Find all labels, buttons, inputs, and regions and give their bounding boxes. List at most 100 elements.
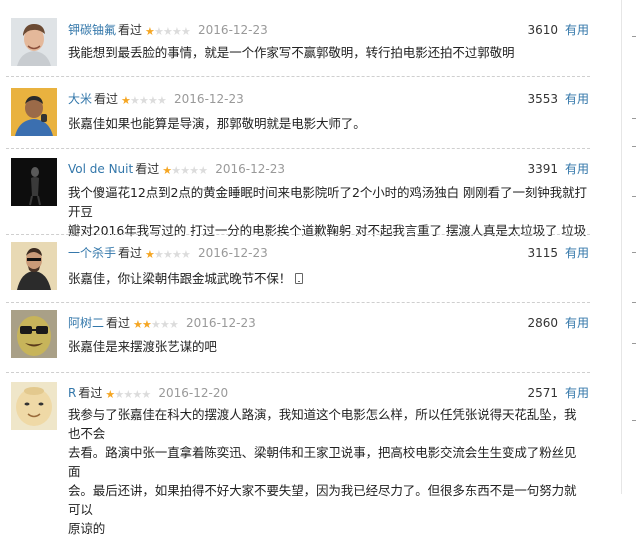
- star-icon: ★: [181, 248, 191, 261]
- review-divider: [6, 148, 590, 149]
- useful-count: 3610: [527, 23, 558, 37]
- review-divider: [6, 372, 590, 373]
- star-icon: ★: [151, 318, 161, 331]
- review-meta: 大米 看过 ★★★★★ 2016-12-23: [68, 90, 244, 108]
- useful-count: 3553: [527, 92, 558, 106]
- star-icon: ★: [130, 94, 140, 107]
- star-icon: ★: [163, 25, 173, 38]
- star-icon: ★: [133, 318, 143, 331]
- star-icon: ★: [181, 25, 191, 38]
- rating-stars: ★★★★★: [145, 245, 191, 263]
- star-icon: ★: [172, 25, 182, 38]
- avatar-image: [11, 158, 57, 206]
- star-icon: ★: [154, 248, 164, 261]
- review-text-content: 张嘉佳，你让梁朝伟跟金城武晚节不保！: [68, 271, 292, 286]
- review-date: 2016-12-20: [158, 386, 229, 400]
- review-text-line: 我个傻逼花12点到2点的黄金睡眠时间来电影院听了2个小时的鸡汤独白 刚刚看了一刻…: [68, 185, 587, 219]
- rating-stars: ★★★★★: [162, 161, 209, 179]
- watched-label: 看过: [135, 162, 160, 176]
- useful-button[interactable]: 有用: [565, 244, 589, 262]
- username-link[interactable]: R: [68, 386, 76, 400]
- username-link[interactable]: 大米: [68, 92, 92, 106]
- avatar-image: [11, 242, 57, 290]
- username-link[interactable]: Vol de Nuit: [68, 162, 133, 176]
- useful-count: 3115: [527, 246, 558, 260]
- user-avatar[interactable]: [11, 18, 57, 66]
- star-icon: ★: [139, 94, 149, 107]
- star-icon: ★: [132, 388, 143, 401]
- review-date: 2016-12-23: [186, 316, 256, 330]
- review-text-line: 会。最后还讲，如果拍得不好大家不要失望，因为我已经尽力了。但很多东西不是一句努力…: [68, 483, 577, 517]
- avatar-image: [11, 88, 57, 136]
- star-icon: ★: [145, 248, 155, 261]
- star-icon: ★: [160, 318, 170, 331]
- useful-count: 2571: [527, 386, 558, 400]
- review-divider: [6, 302, 590, 303]
- review-divider: [6, 234, 590, 235]
- rating-stars: ★★★★★: [145, 22, 191, 40]
- star-icon: ★: [198, 164, 209, 177]
- page-right-border: [621, 0, 622, 494]
- star-icon: ★: [105, 388, 116, 401]
- useful-button[interactable]: 有用: [565, 90, 589, 108]
- review-text-line: 我参与了张嘉佳在科大的摆渡人路演，我知道这个电影怎么样，所以任凭张说得天花乱坠，…: [68, 407, 577, 441]
- star-icon: ★: [163, 248, 173, 261]
- review-divider: [6, 76, 590, 77]
- review-meta: 一个杀手 看过 ★★★★★ 2016-12-23: [68, 244, 268, 262]
- star-icon: ★: [180, 164, 191, 177]
- star-icon: ★: [154, 25, 164, 38]
- review-meta: Vol de Nuit 看过 ★★★★★ 2016-12-23: [68, 160, 285, 178]
- review-meta: 阿树二 看过 ★★★★★ 2016-12-23: [68, 314, 256, 332]
- useful-count: 3391: [527, 162, 558, 176]
- avatar-image: [11, 18, 57, 66]
- review-date: 2016-12-23: [174, 92, 244, 106]
- review-text-line: 原谅的: [68, 521, 106, 536]
- watched-label: 看过: [118, 246, 143, 260]
- star-icon: ★: [162, 164, 173, 177]
- star-icon: ★: [145, 25, 155, 38]
- star-icon: ★: [172, 248, 182, 261]
- watched-label: 看过: [106, 316, 131, 330]
- rating-stars: ★★★★★: [121, 91, 167, 109]
- avatar-image: [11, 382, 57, 430]
- useful-button[interactable]: 有用: [565, 21, 589, 39]
- star-icon: ★: [148, 94, 158, 107]
- review-text: 我参与了张嘉佳在科大的摆渡人路演，我知道这个电影怎么样，所以任凭张说得天花乱坠，…: [68, 405, 588, 538]
- watched-label: 看过: [118, 23, 143, 37]
- review-date: 2016-12-23: [198, 23, 268, 37]
- review-text-line: 我能想到最丢脸的事情，就是一个作家写不赢郭敬明，转行拍电影还拍不过郭敬明: [68, 45, 515, 60]
- useful-button[interactable]: 有用: [565, 384, 589, 402]
- review-text-line: 张嘉佳是来摆渡张艺谋的吧: [68, 339, 217, 354]
- star-icon: ★: [123, 388, 134, 401]
- star-icon: ★: [169, 318, 179, 331]
- review-text: 我个傻逼花12点到2点的黄金睡眠时间来电影院听了2个小时的鸡汤独白 刚刚看了一刻…: [68, 183, 588, 240]
- review-text: 张嘉佳如果也能算是导演，那郭敬明就是电影大师了。: [68, 114, 588, 133]
- review-text: 张嘉佳是来摆渡张艺谋的吧: [68, 337, 588, 356]
- user-avatar[interactable]: [11, 310, 57, 358]
- star-icon: ★: [171, 164, 182, 177]
- watched-label: 看过: [94, 92, 119, 106]
- star-icon: ★: [189, 164, 200, 177]
- user-avatar[interactable]: [11, 242, 57, 290]
- star-icon: ★: [114, 388, 125, 401]
- avatar-image: [11, 310, 57, 358]
- review-meta: R 看过 ★★★★★ 2016-12-20: [68, 384, 228, 402]
- username-link[interactable]: 钾碳铀氟: [68, 23, 116, 37]
- phone-icon: [295, 273, 304, 284]
- rating-stars: ★★★★★: [133, 315, 179, 333]
- star-icon: ★: [142, 318, 152, 331]
- user-avatar[interactable]: [11, 158, 57, 206]
- scroll-edge-marks: [632, 0, 640, 494]
- username-link[interactable]: 阿树二: [68, 316, 104, 330]
- review-text: 我能想到最丢脸的事情，就是一个作家写不赢郭敬明，转行拍电影还拍不过郭敬明: [68, 43, 588, 62]
- review-text: 张嘉佳，你让梁朝伟跟金城武晚节不保！: [68, 269, 588, 288]
- username-link[interactable]: 一个杀手: [68, 246, 116, 260]
- review-text-line: 张嘉佳如果也能算是导演，那郭敬明就是电影大师了。: [68, 116, 366, 131]
- user-avatar[interactable]: [11, 88, 57, 136]
- review-text-line: 去看。路演中张一直拿着陈奕迅、梁朝伟和王家卫说事，把高校电影交流会生生变成了粉丝…: [68, 445, 577, 479]
- useful-button[interactable]: 有用: [565, 314, 589, 332]
- useful-button[interactable]: 有用: [565, 160, 589, 178]
- star-icon: ★: [121, 94, 131, 107]
- user-avatar[interactable]: [11, 382, 57, 430]
- watched-label: 看过: [78, 386, 103, 400]
